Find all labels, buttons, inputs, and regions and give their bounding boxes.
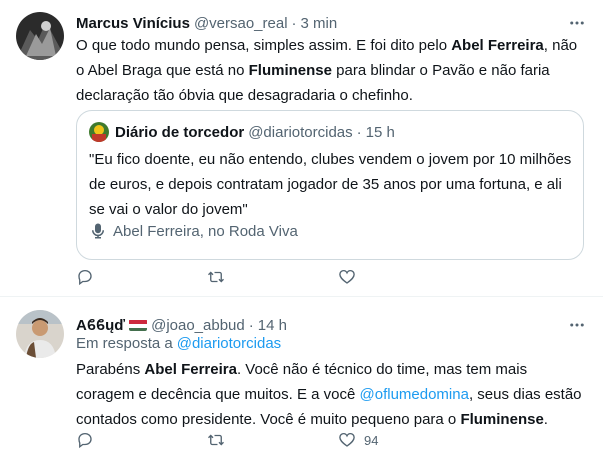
reply-icon	[78, 269, 92, 286]
avatar[interactable]	[16, 12, 64, 60]
reply-icon	[78, 432, 92, 449]
tweet[interactable]: Marcus Vinícius @versao_real · 3 min O q…	[0, 0, 603, 297]
reply-to-label: Em resposta a	[76, 335, 173, 352]
retweet-icon	[208, 434, 224, 446]
like-button[interactable]: 94	[338, 431, 469, 449]
quote-text: "Eu fico doente, eu não entendo, clubes …	[89, 151, 572, 218]
separator: ·	[248, 316, 254, 334]
quote-footer-text: Abel Ferreira, no Roda Viva	[113, 222, 298, 240]
retweet-icon	[208, 271, 224, 283]
separator: ·	[356, 123, 362, 141]
mention-link[interactable]: @oflumedomina	[360, 386, 469, 403]
reply-button[interactable]	[76, 431, 207, 449]
timestamp[interactable]: 14 h	[258, 317, 287, 334]
reply-to-handle[interactable]: @diariotorcidas	[177, 335, 281, 352]
quote-timestamp[interactable]: 15 h	[366, 124, 395, 141]
tweet-header: Marcus Vinícius @versao_real · 3 min	[76, 13, 337, 33]
retweet-button[interactable]	[207, 268, 338, 286]
quoted-tweet[interactable]: Diário de torcedor @diariotorcidas · 15 …	[76, 110, 584, 260]
tweet-text: O que todo mundo pensa, simples assim. E…	[76, 37, 578, 104]
quote-footer: Abel Ferreira, no Roda Viva	[89, 222, 298, 240]
hungary-flag	[129, 319, 148, 331]
timestamp[interactable]: 3 min	[301, 15, 338, 32]
avatar[interactable]	[16, 310, 64, 358]
tweet-actions	[76, 268, 469, 286]
like-icon	[339, 269, 355, 284]
tweet-header: Aϐϐųď @joao_abbud · 14 h	[76, 315, 287, 335]
tweet-actions: 94	[76, 431, 469, 449]
quote-avatar[interactable]	[89, 122, 109, 142]
reply-context: Em resposta a @diariotorcidas	[76, 335, 281, 355]
like-button[interactable]	[338, 268, 469, 286]
like-icon	[339, 432, 355, 447]
more-icon[interactable]	[567, 13, 587, 33]
tweet-text: Parabéns Abel Ferreira. Você não é técni…	[76, 361, 582, 428]
microphone-icon	[92, 223, 104, 239]
retweet-button[interactable]	[207, 431, 338, 449]
author-handle[interactable]: @joao_abbud	[151, 317, 245, 334]
more-icon[interactable]	[567, 315, 587, 335]
author-name[interactable]: Aϐϐųď	[76, 317, 125, 334]
reply-button[interactable]	[76, 268, 207, 286]
like-count: 94	[364, 432, 379, 448]
author-name[interactable]: Marcus Vinícius	[76, 15, 190, 32]
author-handle[interactable]: @versao_real	[194, 15, 288, 32]
separator: ·	[291, 14, 297, 32]
quote-header: Diário de torcedor @diariotorcidas · 15 …	[115, 122, 395, 142]
quote-author-name[interactable]: Diário de torcedor	[115, 124, 244, 141]
quote-author-handle[interactable]: @diariotorcidas	[248, 124, 352, 141]
